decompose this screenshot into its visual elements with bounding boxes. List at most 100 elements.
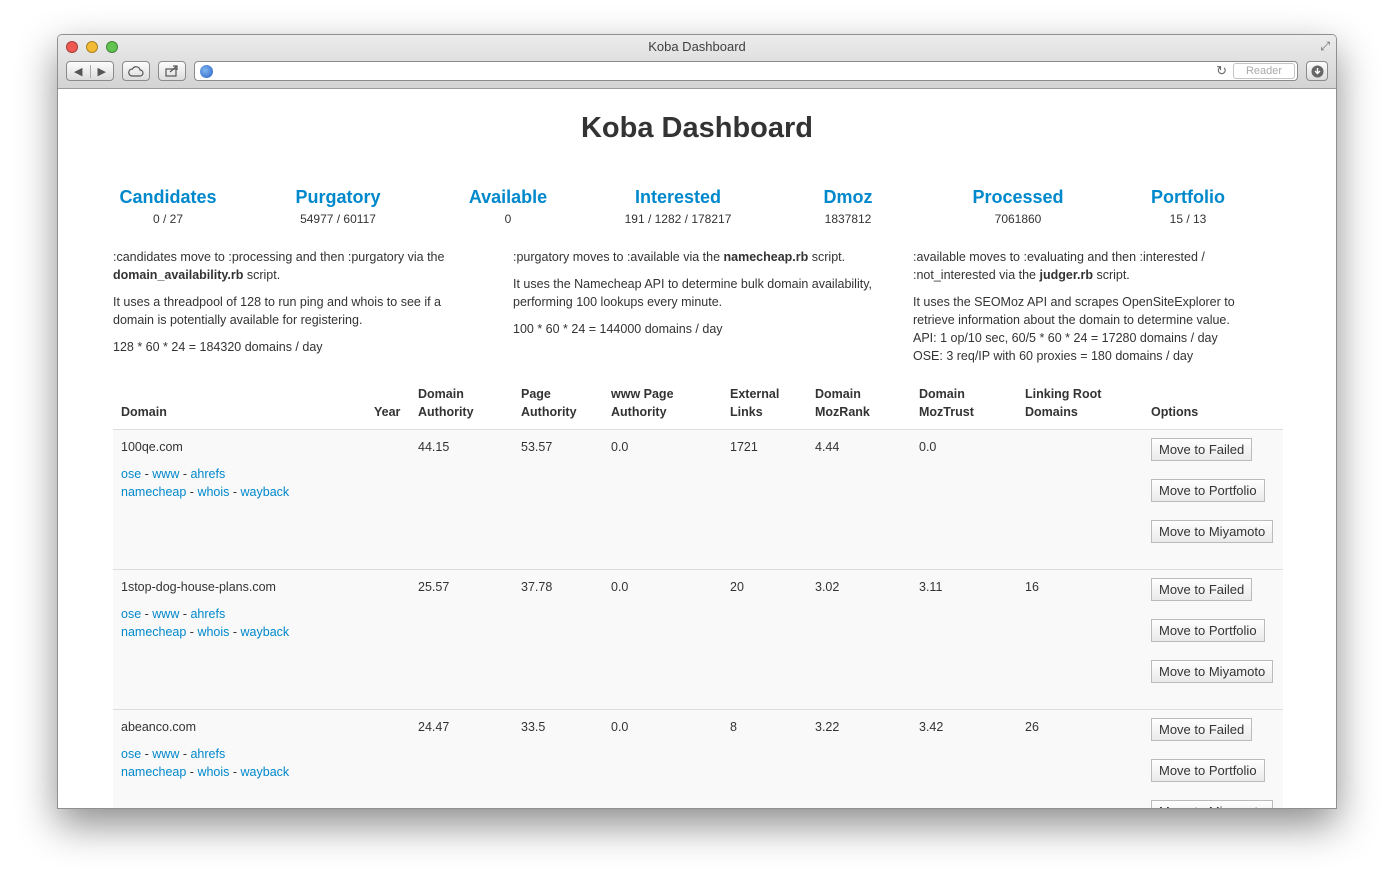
domain-cell: 100qe.com ose - www - ahrefs namecheap -… [113, 429, 366, 570]
col-header-domain-mozrank[interactable]: Domain MozRank [807, 385, 911, 430]
fullscreen-icon[interactable]: ⤢ [1320, 39, 1330, 54]
description-candidates: :candidates move to :processing and then… [113, 248, 483, 365]
reader-button[interactable]: Reader [1233, 63, 1295, 79]
year-cell [366, 709, 410, 808]
nav-buttons: ◀ ▶ [66, 61, 114, 81]
namecheap-link[interactable]: namecheap [121, 625, 186, 639]
page-authority-cell: 37.78 [513, 569, 603, 710]
move-to-portfolio-button[interactable]: Move to Portfolio [1151, 619, 1265, 642]
domain-mozrank-cell: 4.44 [807, 429, 911, 570]
share-button[interactable] [158, 61, 186, 81]
domain-moztrust-cell: 3.42 [911, 709, 1017, 808]
domain-cell: abeanco.com ose - www - ahrefs namecheap… [113, 709, 366, 808]
move-to-miyamoto-button[interactable]: Move to Miyamoto [1151, 660, 1274, 683]
move-to-failed-button[interactable]: Move to Failed [1151, 718, 1253, 741]
domain-mozrank-cell: 3.02 [807, 569, 911, 710]
linking-root-domains-cell [1017, 429, 1143, 570]
table-header-row: Domain Year Domain Authority Page Authorit… [113, 385, 1283, 430]
col-header-page-authority[interactable]: Page Authority [513, 385, 603, 430]
forward-arrow-icon[interactable]: ▶ [91, 65, 114, 78]
description-paragraph: :available moves to :evaluating and then… [913, 250, 1205, 282]
col-header-year[interactable]: Year [366, 385, 410, 430]
move-to-portfolio-button[interactable]: Move to Portfolio [1151, 479, 1265, 502]
col-header-www-page-authority[interactable]: www Page Authority [603, 385, 722, 430]
download-icon [1311, 65, 1323, 77]
wayback-link[interactable]: wayback [241, 765, 290, 779]
table-row: 1stop-dog-house-plans.com ose - www - ah… [113, 569, 1283, 710]
col-header-external-links[interactable]: External Links [722, 385, 807, 430]
stat-portfolio-link[interactable]: Portfolio [1088, 187, 1288, 208]
domain-mozrank-cell: 3.22 [807, 709, 911, 808]
reload-icon[interactable]: ↻ [1216, 63, 1227, 79]
www-link[interactable]: www [152, 467, 179, 481]
options-cell: Move to Failed Move to Portfolio Move to… [1143, 709, 1283, 808]
col-header-linking-root-domains[interactable]: Linking Root Domains [1017, 385, 1143, 430]
wayback-link[interactable]: wayback [241, 625, 290, 639]
www-link[interactable]: www [152, 607, 179, 621]
move-to-miyamoto-button[interactable]: Move to Miyamoto [1151, 800, 1274, 808]
script-name: domain_availability.rb [113, 268, 244, 282]
throughput-text: 100 * 60 * 24 = 144000 domains / day [513, 322, 723, 336]
external-links-cell: 8 [722, 709, 807, 808]
script-name: judger.rb [1039, 268, 1093, 282]
col-header-domain-authority[interactable]: Domain Authority [410, 385, 513, 430]
ahrefs-link[interactable]: ahrefs [190, 607, 225, 621]
col-header-options: Options [1143, 385, 1283, 430]
browser-window: Koba Dashboard ⤢ ◀ ▶ ↻ Reader Koba Dashb… [57, 34, 1337, 809]
linking-root-domains-cell: 26 [1017, 709, 1143, 808]
downloads-button[interactable] [1306, 61, 1328, 81]
namecheap-link[interactable]: namecheap [121, 765, 186, 779]
page-authority-cell: 53.57 [513, 429, 603, 570]
col-header-domain-moztrust[interactable]: Domain MozTrust [911, 385, 1017, 430]
throughput-text: API: 1 op/10 sec, 60/5 * 60 * 24 = 17280… [913, 331, 1218, 345]
options-cell: Move to Failed Move to Portfolio Move to… [1143, 569, 1283, 710]
move-to-failed-button[interactable]: Move to Failed [1151, 578, 1253, 601]
move-to-failed-button[interactable]: Move to Failed [1151, 438, 1253, 461]
domain-name: 1stop-dog-house-plans.com [121, 580, 276, 594]
script-name: namecheap.rb [723, 250, 809, 264]
ose-link[interactable]: ose [121, 747, 141, 761]
linking-root-domains-cell: 16 [1017, 569, 1143, 710]
options-cell: Move to Failed Move to Portfolio Move to… [1143, 429, 1283, 570]
external-links-cell: 20 [722, 569, 807, 710]
domain-name: 100qe.com [121, 440, 183, 454]
description-purgatory: :purgatory moves to :available via the n… [513, 248, 883, 347]
move-to-miyamoto-button[interactable]: Move to Miyamoto [1151, 520, 1274, 543]
description-paragraph: :candidates move to :processing and then… [113, 250, 445, 282]
external-links-cell: 1721 [722, 429, 807, 570]
title-bar: Koba Dashboard ⤢ ◀ ▶ ↻ Reader [58, 35, 1336, 89]
address-bar[interactable]: ↻ Reader [194, 61, 1298, 81]
stat-portfolio: Portfolio 15 / 13 [1088, 187, 1288, 226]
domains-table: Domain Year Domain Authority Page Authorit… [113, 385, 1283, 808]
www-page-authority-cell: 0.0 [603, 429, 722, 570]
domain-authority-cell: 24.47 [410, 709, 513, 808]
browser-toolbar: ◀ ▶ ↻ Reader [66, 60, 1328, 82]
icloud-tabs-button[interactable] [122, 61, 150, 81]
table-row: abeanco.com ose - www - ahrefs namecheap… [113, 709, 1283, 808]
whois-link[interactable]: whois [197, 765, 229, 779]
col-header-domain[interactable]: Domain [113, 385, 366, 430]
ose-link[interactable]: ose [121, 467, 141, 481]
page-authority-cell: 33.5 [513, 709, 603, 808]
back-arrow-icon[interactable]: ◀ [67, 64, 91, 78]
description-paragraph: It uses a threadpool of 128 to run ping … [113, 295, 441, 327]
www-page-authority-cell: 0.0 [603, 709, 722, 808]
table-row: 100qe.com ose - www - ahrefs namecheap -… [113, 429, 1283, 570]
throughput-text: 128 * 60 * 24 = 184320 domains / day [113, 340, 323, 354]
ahrefs-link[interactable]: ahrefs [190, 747, 225, 761]
wayback-link[interactable]: wayback [241, 485, 290, 499]
domain-moztrust-cell: 3.11 [911, 569, 1017, 710]
domain-name: abeanco.com [121, 720, 197, 734]
domain-authority-cell: 44.15 [410, 429, 513, 570]
move-to-portfolio-button[interactable]: Move to Portfolio [1151, 759, 1265, 782]
domain-cell: 1stop-dog-house-plans.com ose - www - ah… [113, 569, 366, 710]
ose-link[interactable]: ose [121, 607, 141, 621]
stats-bar: Candidates 0 / 27 Purgatory 54977 / 6011… [58, 187, 1336, 231]
whois-link[interactable]: whois [197, 485, 229, 499]
stat-portfolio-value: 15 / 13 [1169, 212, 1207, 226]
www-link[interactable]: www [152, 747, 179, 761]
ahrefs-link[interactable]: ahrefs [190, 467, 225, 481]
whois-link[interactable]: whois [197, 625, 229, 639]
description-paragraph: :purgatory moves to :available via the n… [513, 250, 846, 264]
namecheap-link[interactable]: namecheap [121, 485, 186, 499]
